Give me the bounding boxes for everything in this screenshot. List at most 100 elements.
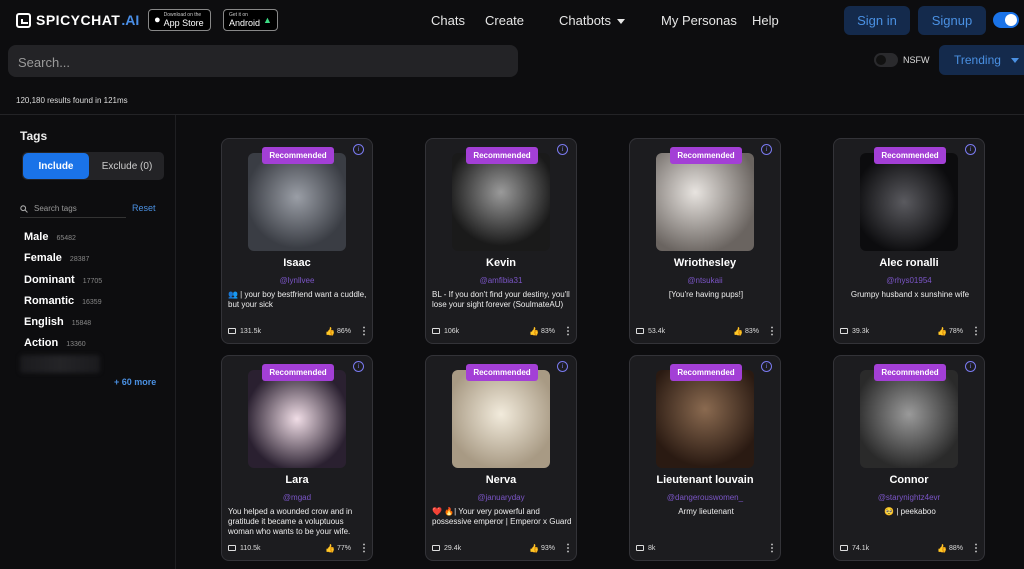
creator-handle[interactable]: @dangerouswomen_ <box>630 493 780 502</box>
more-options-icon[interactable]: ⋮ <box>767 326 777 337</box>
card-stats: 106k 👍 83% ⋮ <box>432 325 573 337</box>
chatbot-card[interactable]: Recommended i Connor @starynightz4evr 🥺 … <box>833 355 985 561</box>
message-count: 39.3k <box>852 327 870 335</box>
sort-dropdown-label: Trending <box>954 53 1001 67</box>
message-icon <box>432 545 440 551</box>
character-avatar <box>452 370 550 468</box>
info-icon[interactable]: i <box>557 144 568 155</box>
chatbot-card[interactable]: Recommended i Alec ronalli @rhys01954 Gr… <box>833 138 985 344</box>
tags-title: Tags <box>20 129 48 143</box>
character-avatar <box>860 153 958 251</box>
tags-sidebar: Tags Include Exclude (0) Search tags Res… <box>0 115 176 569</box>
character-avatar <box>656 153 754 251</box>
message-count: 8k <box>648 544 656 552</box>
card-stats: 131.5k 👍 86% ⋮ <box>228 325 369 337</box>
more-tags-link[interactable]: + 60 more <box>114 377 156 387</box>
more-options-icon[interactable]: ⋮ <box>359 543 369 554</box>
info-icon[interactable]: i <box>557 361 568 372</box>
tag-item[interactable]: English 15848 <box>24 316 91 328</box>
spicychat-logo[interactable]: SPICYCHAT .AI <box>16 12 139 28</box>
tag-count: 65482 <box>56 235 76 242</box>
creator-handle[interactable]: @amfibia31 <box>426 276 576 285</box>
more-options-icon[interactable]: ⋮ <box>563 326 573 337</box>
chevron-down-icon <box>1010 57 1019 63</box>
character-avatar <box>248 370 346 468</box>
app-store-badge[interactable]: ● Download on the App Store <box>148 9 211 31</box>
card-stats: 74.1k 👍 88% ⋮ <box>840 542 981 554</box>
info-icon[interactable]: i <box>965 144 976 155</box>
rating: 86% <box>336 327 351 335</box>
chatbot-card[interactable]: Recommended i Lara @mgad You helped a wo… <box>221 355 373 561</box>
android-badge[interactable]: Get it on Android ▲ <box>223 9 278 31</box>
tag-item[interactable]: Action 13360 <box>24 337 86 349</box>
sign-in-button[interactable]: Sign in <box>844 6 910 35</box>
more-options-icon[interactable]: ⋮ <box>971 326 981 337</box>
info-icon[interactable]: i <box>353 361 364 372</box>
character-name: Isaac <box>283 257 311 269</box>
creator-handle[interactable]: @starynightz4evr <box>834 493 984 502</box>
chatbot-card[interactable]: Recommended i Kevin @amfibia31 BL - If y… <box>425 138 577 344</box>
tag-count: 28387 <box>69 256 90 263</box>
character-avatar <box>248 153 346 251</box>
signup-button[interactable]: Signup <box>918 6 986 35</box>
nav-my-personas[interactable]: My Personas <box>661 13 737 28</box>
tag-search-input[interactable]: Search tags <box>20 200 126 218</box>
info-icon[interactable]: i <box>353 144 364 155</box>
exclude-button[interactable]: Exclude (0) <box>90 153 164 179</box>
rating: 78% <box>948 327 963 335</box>
android-big-text: Android <box>229 18 261 28</box>
info-icon[interactable]: i <box>965 361 976 372</box>
chatbot-card[interactable]: Recommended i Lieutenant louvain @danger… <box>629 355 781 561</box>
message-icon <box>432 328 440 334</box>
thumbs-up-icon: 👍 <box>529 543 539 553</box>
tag-name: Female <box>24 252 62 264</box>
search-input[interactable]: Search... <box>8 45 518 77</box>
tag-item[interactable]: Dominant 17705 <box>24 274 102 286</box>
rating: 83% <box>540 327 555 335</box>
tag-item[interactable]: Romantic 16359 <box>24 295 102 307</box>
recommended-badge: Recommended <box>670 147 742 164</box>
more-options-icon[interactable]: ⋮ <box>563 543 573 554</box>
chatbot-card[interactable]: Recommended i Wriothesley @ntsukaii [You… <box>629 138 781 344</box>
creator-handle[interactable]: @ntsukaii <box>630 276 780 285</box>
nav-chatbots[interactable]: Chatbots <box>559 13 626 28</box>
message-count: 53.4k <box>648 327 666 335</box>
character-avatar <box>860 370 958 468</box>
recommended-badge: Recommended <box>466 364 538 381</box>
card-stats: 8k ⋮ <box>636 542 777 554</box>
creator-handle[interactable]: @januaryday <box>426 493 576 502</box>
message-count: 110.5k <box>240 544 261 552</box>
rating: 93% <box>540 544 555 552</box>
info-icon[interactable]: i <box>761 361 772 372</box>
sort-dropdown[interactable]: Trending <box>939 45 1024 75</box>
character-name: Lara <box>285 474 309 486</box>
more-options-icon[interactable]: ⋮ <box>971 543 981 554</box>
chatbot-card[interactable]: Recommended i Nerva @januaryday ❤️ 🔥| Yo… <box>425 355 577 561</box>
creator-handle[interactable]: @mgad <box>222 493 372 502</box>
nav-chats[interactable]: Chats <box>431 13 465 28</box>
nsfw-toggle[interactable] <box>874 53 898 67</box>
tag-count: 13360 <box>66 341 86 348</box>
tag-item[interactable]: Female 28387 <box>24 252 89 264</box>
blurred-tag-item <box>20 355 100 373</box>
tag-item[interactable]: Male 65482 <box>24 231 76 243</box>
thumbs-up-icon: 👍 <box>325 543 335 553</box>
results-count: 120,180 results found in 121ms <box>16 96 128 105</box>
character-description: Grumpy husband x sunshine wife <box>850 290 970 299</box>
search-icon <box>20 204 28 213</box>
theme-toggle[interactable] <box>993 12 1019 28</box>
chatbot-card[interactable]: Recommended i Isaac @lynllvee 👥 | your b… <box>221 138 373 344</box>
message-count: 131.5k <box>240 327 262 335</box>
creator-handle[interactable]: @lynllvee <box>222 276 372 285</box>
info-icon[interactable]: i <box>761 144 772 155</box>
more-options-icon[interactable]: ⋮ <box>767 543 777 554</box>
character-description: 🥺 | peekaboo <box>884 507 936 516</box>
character-description: Army lieutenant <box>678 507 734 516</box>
more-options-icon[interactable]: ⋮ <box>359 326 369 337</box>
nav-help[interactable]: Help <box>752 13 779 28</box>
rating: 77% <box>336 544 351 552</box>
include-button[interactable]: Include <box>23 153 89 179</box>
creator-handle[interactable]: @rhys01954 <box>834 276 984 285</box>
nav-create[interactable]: Create <box>485 13 524 28</box>
reset-tags-link[interactable]: Reset <box>132 203 156 213</box>
